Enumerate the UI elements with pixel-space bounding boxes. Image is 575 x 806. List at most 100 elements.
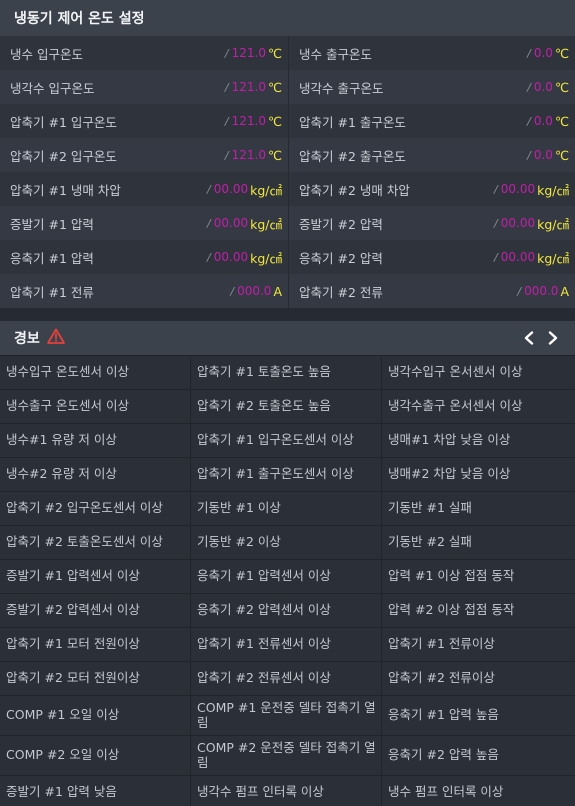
temp-value-field[interactable]: / 121.0 ℃ [196,36,289,70]
temp-table: 냉수 입구온도 / 121.0 ℃ 냉수 출구온도 / 0.0 ℃ 냉각수 입구… [0,36,575,308]
alarm-item: 응축기 #1 압력센서 이상 [191,560,382,593]
temp-value-field[interactable]: / 00.00 kg/㎠ [479,172,575,206]
temp-value: 000.0 [524,284,559,298]
alarm-item: 냉각수출구 온서센서 이상 [388,398,523,414]
alarm-item: 압력 #2 이상 접점 동작 [388,602,515,618]
alarm-row: 압축기 #1 모터 전원이상 압축기 #1 전류센서 이상 압축기 #1 전류이상 [0,627,575,661]
edit-pencil-icon: / [517,284,522,298]
alarm-row: 냉수#2 유량 저 이상 압축기 #1 출구온도센서 이상 냉매#2 차압 낮음 이… [0,457,575,491]
temp-settings-panel: 냉동기 제어 온도 설정 냉수 입구온도 / 121.0 ℃ 냉수 출구온도 /… [0,0,575,308]
alarm-row: COMP #2 오일 이상 COMP #2 운전중 델타 접촉기 열림 응축기 #2… [0,735,575,775]
temp-label: 압축기 #2 출구온도 [299,148,406,164]
alarm-item: 압축기 #1 토출온도 높음 [191,356,382,389]
temp-value: 0.0 [533,114,553,128]
temp-row: 냉각수 입구온도 / 121.0 ℃ 냉각수 출구온도 / 0.0 ℃ [0,70,575,104]
temp-label: 압축기 #2 입구온도 [10,148,117,164]
alarm-item: COMP #1 운전중 델타 접촉기 열림 [191,696,382,735]
temp-row: 압축기 #2 입구온도 / 121.0 ℃ 압축기 #2 출구온도 / 0.0 … [0,138,575,172]
alarm-item: 압축기 #1 모터 전원이상 [0,628,191,661]
alarm-item: 냉각수입구 온서센서 이상 [388,364,523,380]
temp-label: 증발기 #1 압력 [10,216,94,232]
alarm-row: 증발기 #1 압력 낮음 냉각수 펌프 인터록 이상 냉수 펌프 인터록 이상 [0,775,575,806]
temp-unit: ℃ [554,113,569,129]
temp-value-field[interactable]: / 0.0 ℃ [479,104,575,138]
temp-value-field[interactable]: / 000.0 A [479,274,575,308]
alarm-row: COMP #1 오일 이상 COMP #1 운전중 델타 접촉기 열림 응축기 #1… [0,695,575,735]
alarm-item: 응축기 #2 압력 높음 [388,747,499,763]
chevron-left-icon[interactable] [523,331,535,345]
edit-pencil-icon: / [224,148,229,162]
edit-pencil-icon: / [207,216,211,230]
alarm-row: 증발기 #1 압력센서 이상 응축기 #1 압력센서 이상 압력 #1 이상 접점 … [0,559,575,593]
temp-value-field[interactable]: / 121.0 ℃ [196,70,289,104]
temp-value-field[interactable]: / 0.0 ℃ [479,70,575,104]
alarm-header: 경보 [0,321,575,355]
temp-unit: ℃ [554,79,569,95]
temp-row: 응축기 #1 압력 / 00.00 kg/㎠ 응축기 #2 압력 / 00.00… [0,240,575,274]
alarm-panel: 경보 냉수입구 온도센서 이상 압축기 #1 토출온도 높음 냉각수입구 온서센서 … [0,321,575,806]
alarm-item: 냉수#2 유량 저 이상 [0,458,191,491]
temp-unit: A [273,283,282,299]
temp-label: 압축기 #2 전류 [299,284,383,300]
temp-unit: kg/㎠ [250,250,282,266]
temp-unit: ℃ [267,147,282,163]
temp-value-field[interactable]: / 121.0 ℃ [196,104,289,138]
edit-pencil-icon: / [224,114,229,128]
edit-pencil-icon: / [224,80,229,94]
alarm-item: 압축기 #2 전류센서 이상 [191,662,382,695]
alarm-grid: 냉수입구 온도센서 이상 압축기 #1 토출온도 높음 냉각수입구 온서센서 이상냉… [0,355,575,806]
panel-gap [0,308,575,321]
edit-pencil-icon: / [494,216,498,230]
temp-label: 냉각수 입구온도 [10,80,95,96]
temp-unit: kg/㎠ [537,250,569,266]
edit-pencil-icon: / [224,46,229,60]
temp-value-field[interactable]: / 00.00 kg/㎠ [479,206,575,240]
temp-value: 121.0 [231,114,266,128]
edit-pencil-icon: / [527,80,531,94]
temp-unit: ℃ [554,147,569,163]
alarm-row: 냉수출구 온도센서 이상 압축기 #2 토출온도 높음 냉각수출구 온서센서 이상 [0,389,575,423]
temp-value-field[interactable]: / 0.0 ℃ [479,36,575,70]
temp-value: 00.00 [213,216,249,230]
alarm-item: 압축기 #2 전류이상 [388,670,495,686]
temp-value-field[interactable]: / 121.0 ℃ [196,138,289,172]
temp-row: 압축기 #1 전류 / 000.0 A 압축기 #2 전류 / 000.0 A [0,274,575,308]
edit-pencil-icon: / [230,284,235,298]
edit-pencil-icon: / [494,250,498,264]
temp-value: 00.00 [213,250,249,264]
alarm-item: 응축기 #1 압력 높음 [388,707,499,723]
alarm-item: 냉수 펌프 인터록 이상 [388,784,504,800]
alarm-item: 압축기 #1 출구온도센서 이상 [191,458,382,491]
temp-value: 000.0 [237,284,272,298]
temp-value-field[interactable]: / 0.0 ℃ [479,138,575,172]
alarm-row: 증발기 #2 압력센서 이상 응축기 #2 압력센서 이상 압력 #2 이상 접점 … [0,593,575,627]
alarm-item: 증발기 #1 압력 낮음 [0,776,191,806]
temp-label: 응축기 #2 압력 [299,250,383,266]
alarm-item: 압축기 #1 전류이상 [388,636,495,652]
temp-label: 냉수 입구온도 [10,46,83,62]
temp-panel-title: 냉동기 제어 온도 설정 [0,0,575,36]
alarm-item: 증발기 #2 압력센서 이상 [0,594,191,627]
temp-label: 압축기 #1 입구온도 [10,114,117,130]
alarm-item: 냉수#1 유량 저 이상 [0,424,191,457]
temp-value: 121.0 [231,46,266,60]
alarm-item: 냉수입구 온도센서 이상 [0,356,191,389]
temp-unit: kg/㎠ [537,182,569,198]
alarm-item: 기동반 #1 실패 [388,500,472,516]
alarm-item: 압축기 #1 입구온도센서 이상 [191,424,382,457]
temp-unit: kg/㎠ [537,216,569,232]
temp-value-field[interactable]: / 00.00 kg/㎠ [196,206,289,240]
chevron-right-icon[interactable] [547,331,559,345]
alarm-item: COMP #2 운전중 델타 접촉기 열림 [191,736,382,775]
temp-row: 압축기 #1 냉매 차압 / 00.00 kg/㎠ 압축기 #2 냉매 차압 /… [0,172,575,206]
temp-value-field[interactable]: / 000.0 A [196,274,289,308]
temp-value-field[interactable]: / 00.00 kg/㎠ [196,240,289,274]
temp-row: 압축기 #1 입구온도 / 121.0 ℃ 압축기 #1 출구온도 / 0.0 … [0,104,575,138]
alarm-item: 압축기 #2 토출온도 높음 [191,390,382,423]
temp-label: 압축기 #2 냉매 차압 [299,182,410,198]
temp-value-field[interactable]: / 00.00 kg/㎠ [479,240,575,274]
temp-value-field[interactable]: / 00.00 kg/㎠ [196,172,289,206]
alarm-row: 냉수#1 유량 저 이상 압축기 #1 입구온도센서 이상 냉매#1 차압 낮음 이… [0,423,575,457]
temp-unit: A [560,283,569,299]
temp-value: 0.0 [533,46,553,60]
